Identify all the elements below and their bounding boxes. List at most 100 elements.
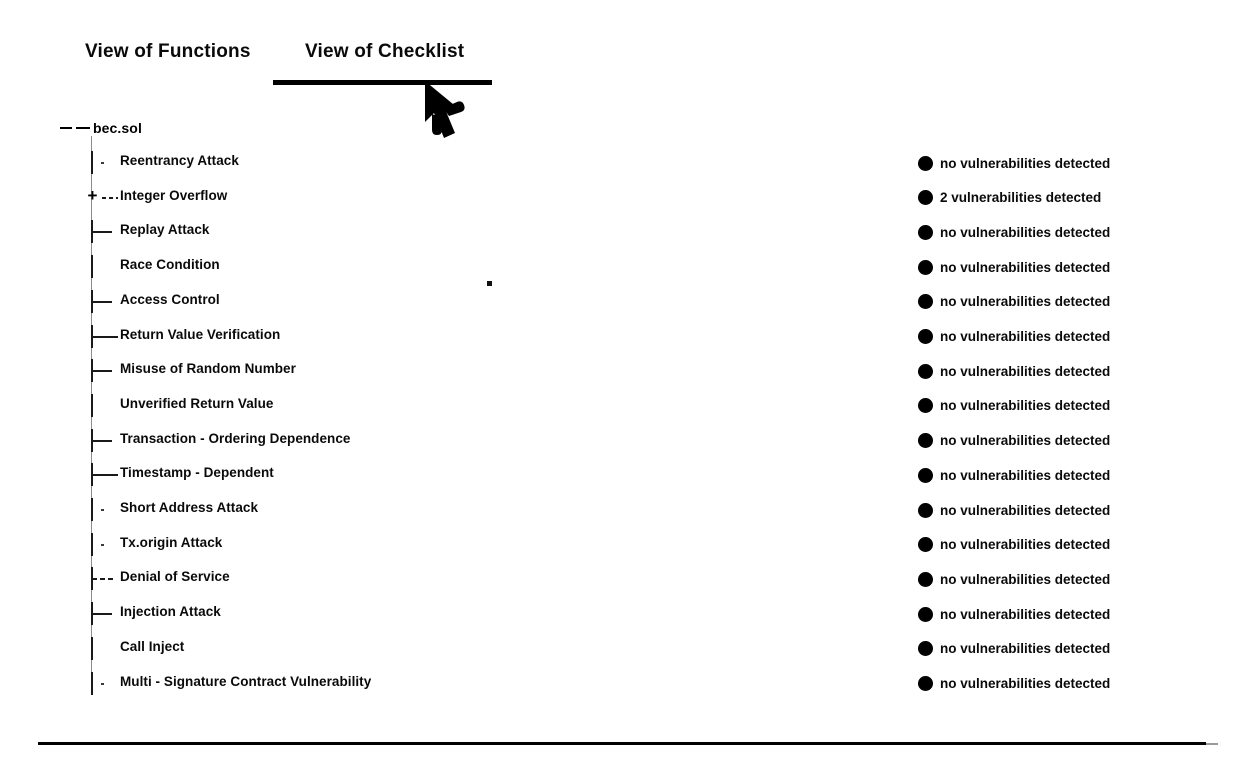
tree-item-label: Access Control: [120, 291, 220, 307]
tree-vertical-line: [91, 255, 93, 279]
status-cell: no vulnerabilities detected: [918, 497, 1110, 523]
status-indicator-dot-icon: [918, 398, 933, 414]
status-indicator-dot-icon: [918, 641, 933, 657]
root-connector-line: [76, 127, 90, 129]
tree-horizontal-line: [92, 439, 112, 442]
tree-stub-dot: [101, 543, 104, 546]
tree-item-label: Multi - Signature Contract Vulnerability: [120, 673, 372, 689]
tree-row[interactable]: Misuse of Random Number no vulnerabilitie…: [0, 358, 1239, 384]
status-indicator-dot-icon: [918, 155, 933, 171]
status-cell: no vulnerabilities detected: [918, 636, 1110, 662]
tree-row[interactable]: Short Address Attack no vulnerabilities d…: [0, 497, 1239, 523]
page-artifact-dot: [487, 281, 492, 286]
status-indicator-dot-icon: [918, 363, 933, 379]
tree-row[interactable]: Call Inject no vulnerabilities detected: [0, 636, 1239, 662]
bottom-divider-tail: [1206, 743, 1218, 745]
tree-branch-marker: [84, 601, 122, 627]
status-label: 2 vulnerabilities detected: [940, 190, 1102, 206]
status-cell: no vulnerabilities detected: [918, 428, 1110, 454]
tree-row[interactable]: Transaction - Ordering Dependence no vuln…: [0, 428, 1239, 454]
tree-branch-marker: [84, 150, 122, 176]
tree-branch-marker: [84, 324, 122, 350]
status-label: no vulnerabilities detected: [940, 537, 1111, 553]
tree-stub-dot: [101, 509, 104, 511]
status-indicator-dot-icon: [918, 433, 933, 449]
tree-item-label: Misuse of Random Number: [120, 361, 296, 377]
tree-branch-marker: [84, 219, 122, 245]
tree-item-label: Reentrancy Attack: [120, 153, 239, 168]
status-cell: no vulnerabilities detected: [918, 566, 1110, 592]
plus-glyph[interactable]: +: [85, 187, 100, 204]
tree-item-label: Denial of Service: [120, 569, 230, 585]
tree-row[interactable]: Replay Attack no vulnerabilities detected: [0, 219, 1239, 245]
tree-vertical-line: [91, 671, 93, 695]
status-indicator-dot-icon: [918, 571, 933, 587]
status-label: no vulnerabilities detected: [940, 502, 1111, 518]
tree-item-label: Replay Attack: [120, 222, 210, 238]
tree-horizontal-line: [92, 231, 112, 234]
status-label: no vulnerabilities detected: [940, 224, 1111, 240]
tree-vertical-line: [91, 498, 93, 521]
tree-item-label: Tx.origin Attack: [120, 534, 223, 550]
tree-row[interactable]: Access Control no vulnerabilities detecte…: [0, 289, 1239, 315]
status-cell: no vulnerabilities detected: [918, 324, 1110, 350]
collapse-minus-icon[interactable]: [60, 127, 72, 129]
tree-row[interactable]: Unverified Return Value no vulnerabilitie…: [0, 393, 1239, 419]
tree-horizontal-line: [92, 300, 112, 303]
tree-branch-marker: [84, 428, 122, 454]
tree-row[interactable]: Return Value Verification no vulnerabilit…: [0, 324, 1239, 350]
status-cell: 2 vulnerabilities detected: [918, 185, 1101, 211]
status-label: no vulnerabilities detected: [940, 398, 1111, 414]
expand-plus-icon[interactable]: +: [84, 185, 122, 211]
status-cell: no vulnerabilities detected: [918, 254, 1110, 280]
tree-branch-marker: [84, 462, 122, 488]
tree-horizontal-line: [92, 335, 118, 338]
tree-root-label: bec.sol: [93, 120, 142, 136]
tree-dashed-connector: [102, 196, 118, 199]
status-indicator-dot-icon: [918, 190, 933, 206]
tree-branch-marker: [84, 566, 122, 592]
tree-horizontal-line: [92, 578, 116, 581]
tree-row[interactable]: Multi - Signature Contract Vulnerability…: [0, 671, 1239, 697]
tree-horizontal-line: [92, 613, 112, 616]
tree-row[interactable]: Injection Attack no vulnerabilities detec…: [0, 601, 1239, 627]
checklist-view-root: View of Functions View of Checklist bec.…: [0, 0, 1239, 770]
status-label: no vulnerabilities detected: [940, 363, 1111, 379]
tree-root-node[interactable]: bec.sol: [60, 118, 142, 138]
tree-row[interactable]: Reentrancy Attack no vulnerabilities dete…: [0, 150, 1239, 176]
tree-branch-marker: [84, 636, 122, 662]
status-cell: no vulnerabilities detected: [918, 462, 1110, 488]
status-cell: no vulnerabilities detected: [918, 671, 1110, 697]
status-label: no vulnerabilities detected: [940, 433, 1111, 449]
tree-row[interactable]: + Integer Overflow 2 vulnerabilities detec…: [0, 185, 1239, 211]
status-label: no vulnerabilities detected: [940, 641, 1111, 657]
tree-branch-marker: [84, 358, 122, 384]
status-indicator-dot-icon: [918, 606, 933, 622]
tree-row[interactable]: Tx.origin Attack no vulnerabilities detec…: [0, 532, 1239, 558]
tree-branch-marker: [84, 254, 122, 280]
tree-vertical-line: [91, 636, 93, 660]
tree-vertical-line: [91, 532, 93, 556]
tree-horizontal-line: [92, 370, 112, 373]
status-label: no vulnerabilities detected: [940, 259, 1111, 275]
tree-item-label: Race Condition: [120, 257, 220, 273]
tree-row[interactable]: Race Condition no vulnerabilities detecte…: [0, 254, 1239, 280]
status-indicator-dot-icon: [918, 467, 933, 483]
status-label: no vulnerabilities detected: [940, 606, 1111, 622]
status-label: no vulnerabilities detected: [940, 467, 1111, 483]
tree-branch-marker: [84, 497, 122, 523]
tree-row[interactable]: Timestamp - Dependent no vulnerabilities …: [0, 462, 1239, 488]
tree-item-label: Injection Attack: [120, 604, 221, 620]
tree-row[interactable]: Denial of Service no vulnerabilities dete…: [0, 566, 1239, 592]
status-label: no vulnerabilities detected: [940, 329, 1111, 344]
status-cell: no vulnerabilities detected: [918, 358, 1110, 384]
status-label: no vulnerabilities detected: [940, 676, 1111, 691]
bottom-divider: [38, 742, 1206, 745]
status-cell: no vulnerabilities detected: [918, 601, 1110, 627]
status-indicator-dot-icon: [918, 537, 933, 553]
status-cell: no vulnerabilities detected: [918, 532, 1110, 558]
tree-branch-marker: [84, 289, 122, 315]
tree-stub-dot: [101, 682, 104, 685]
status-cell: no vulnerabilities detected: [918, 393, 1110, 419]
status-cell: no vulnerabilities detected: [918, 219, 1110, 245]
